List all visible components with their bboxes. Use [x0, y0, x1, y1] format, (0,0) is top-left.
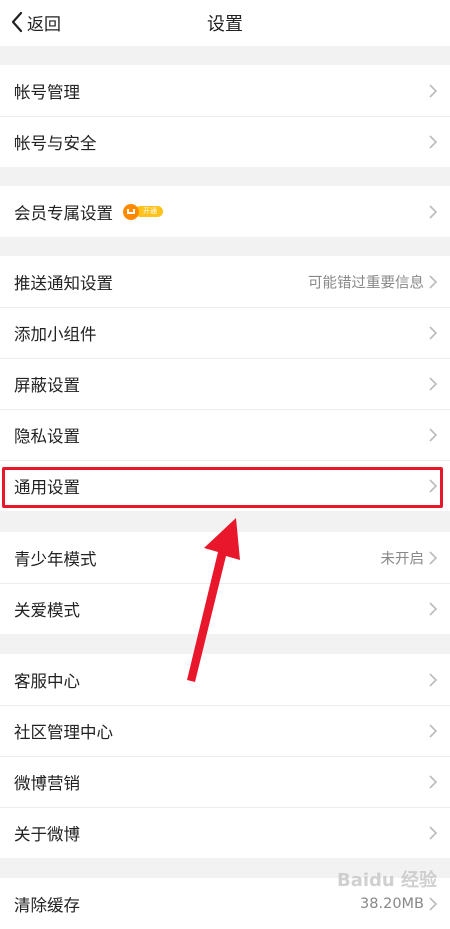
- chevron-right-icon: [428, 825, 438, 841]
- row-label: 微博营销: [14, 773, 80, 793]
- row-customer-service[interactable]: 客服中心: [0, 654, 450, 705]
- group-support: 客服中心 社区管理中心 微博营销 关于微博: [0, 654, 450, 858]
- row-label: 关于微博: [14, 824, 80, 844]
- row-label: 青少年模式: [14, 549, 97, 569]
- row-privacy-settings[interactable]: 隐私设置: [0, 409, 450, 460]
- chevron-right-icon: [428, 325, 438, 341]
- row-teen-mode[interactable]: 青少年模式 未开启: [0, 532, 450, 583]
- row-account-security[interactable]: 帐号与安全: [0, 116, 450, 167]
- row-value: 38.20MB: [360, 895, 424, 912]
- row-label: 社区管理中心: [14, 722, 113, 742]
- group-vip: 会员专属设置 开通: [0, 186, 450, 237]
- row-vip-settings[interactable]: 会员专属设置 开通: [0, 186, 450, 237]
- row-account-management[interactable]: 帐号管理: [0, 65, 450, 116]
- chevron-right-icon: [428, 478, 438, 494]
- row-label: 推送通知设置: [14, 273, 113, 293]
- row-push-notifications[interactable]: 推送通知设置 可能错过重要信息: [0, 256, 450, 307]
- chevron-right-icon: [428, 550, 438, 566]
- chevron-right-icon: [428, 274, 438, 290]
- row-value: 未开启: [380, 551, 425, 567]
- row-label: 帐号与安全: [14, 133, 97, 153]
- row-about-weibo[interactable]: 关于微博: [0, 807, 450, 858]
- row-value: 可能错过重要信息: [308, 275, 424, 291]
- chevron-right-icon: [428, 672, 438, 688]
- group-account: 帐号管理 帐号与安全: [0, 65, 450, 167]
- chevron-right-icon: [428, 896, 438, 912]
- chevron-right-icon: [428, 376, 438, 392]
- row-weibo-marketing[interactable]: 微博营销: [0, 756, 450, 807]
- row-care-mode[interactable]: 关爱模式: [0, 583, 450, 634]
- row-label: 屏蔽设置: [14, 375, 80, 395]
- chevron-right-icon: [428, 601, 438, 617]
- vip-badge[interactable]: 开通: [123, 203, 163, 220]
- chevron-right-icon: [428, 427, 438, 443]
- row-label: 添加小组件: [14, 324, 97, 344]
- row-label: 通用设置: [14, 477, 80, 497]
- row-block-settings[interactable]: 屏蔽设置: [0, 358, 450, 409]
- row-community-management[interactable]: 社区管理中心: [0, 705, 450, 756]
- chevron-right-icon: [428, 134, 438, 150]
- row-label: 隐私设置: [14, 426, 80, 446]
- row-label: 帐号管理: [14, 82, 80, 102]
- chevron-right-icon: [428, 83, 438, 99]
- vip-badge-label: 开通: [135, 206, 163, 217]
- chevron-right-icon: [428, 774, 438, 790]
- row-add-widget[interactable]: 添加小组件: [0, 307, 450, 358]
- page-title: 设置: [207, 14, 243, 35]
- row-label: 关爱模式: [14, 600, 80, 620]
- row-label: 会员专属设置: [14, 203, 113, 223]
- watermark: Baidu 经验: [337, 870, 438, 891]
- row-label: 清除缓存: [14, 895, 80, 915]
- group-general: 推送通知设置 可能错过重要信息 添加小组件 屏蔽设置 隐私设置 通用设置: [0, 256, 450, 511]
- chevron-right-icon: [428, 723, 438, 739]
- group-modes: 青少年模式 未开启 关爱模式: [0, 532, 450, 634]
- row-general-settings[interactable]: 通用设置: [0, 460, 450, 511]
- crown-icon: [123, 203, 139, 220]
- nav-bar: 返回 设置: [0, 0, 450, 46]
- chevron-right-icon: [428, 204, 438, 220]
- row-label: 客服中心: [14, 671, 80, 691]
